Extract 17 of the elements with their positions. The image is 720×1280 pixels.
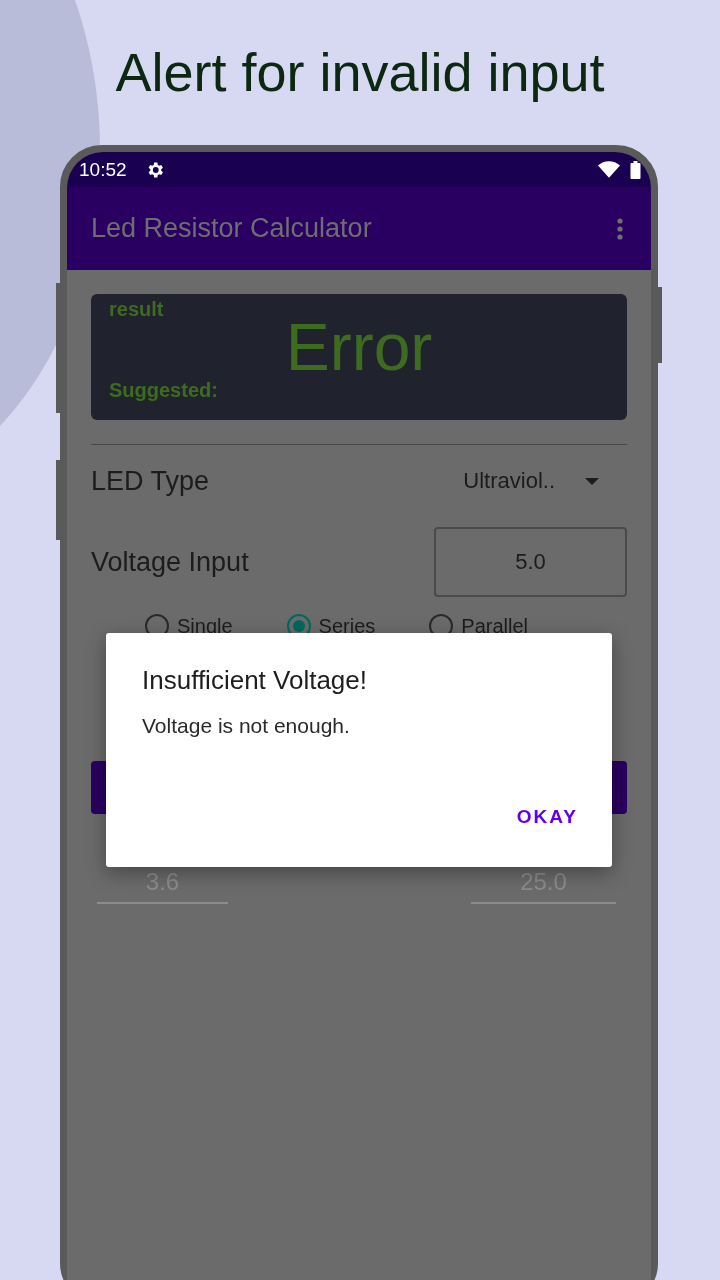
voltage-input-field[interactable]: 5.0 [434,527,627,597]
led-type-label: LED Type [91,465,210,497]
status-time: 10:52 [79,158,127,181]
suggested-label: Suggested: [109,379,218,402]
voltage-input-label: Voltage Input [91,546,249,578]
result-label: result [109,298,164,321]
wifi-icon [598,161,620,178]
headline: Alert for invalid input [114,41,606,104]
dropdown-caret-icon [585,477,599,485]
more-options-icon[interactable] [617,217,623,240]
led-type-dropdown[interactable]: Ultraviol.. [463,468,599,494]
app-title: Led Resistor Calculator [91,213,372,244]
battery-icon [630,160,641,179]
dialog-title: Insufficient Voltage! [142,665,368,696]
dialog-message: Voltage is not enough. [142,714,351,738]
result-value: Error [285,315,433,379]
okay-button[interactable]: OKAY [506,800,588,834]
